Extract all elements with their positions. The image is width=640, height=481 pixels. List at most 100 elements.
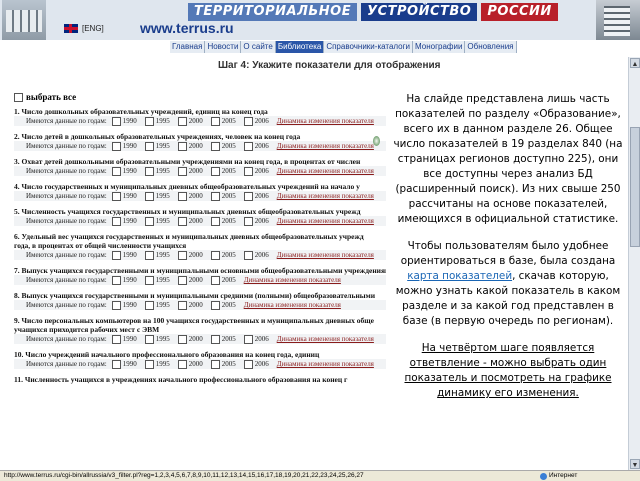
year-checkbox[interactable] bbox=[144, 191, 154, 201]
year-checkbox[interactable] bbox=[243, 250, 253, 260]
year-option[interactable]: 2005 bbox=[210, 116, 236, 126]
dynamics-link[interactable]: Динамика изменения показателя bbox=[277, 116, 374, 126]
dynamics-link[interactable]: Динамика изменения показателя bbox=[244, 300, 341, 310]
year-option[interactable]: 1990 bbox=[111, 166, 137, 176]
year-option[interactable]: 2006 bbox=[243, 166, 269, 176]
year-option[interactable]: 1990 bbox=[111, 141, 137, 151]
year-option[interactable]: 1995 bbox=[144, 334, 170, 344]
dynamics-link[interactable]: Динамика изменения показателя bbox=[277, 166, 374, 176]
year-checkbox[interactable] bbox=[111, 250, 121, 260]
year-option[interactable]: 1990 bbox=[111, 275, 137, 285]
year-checkbox[interactable] bbox=[144, 275, 154, 285]
year-checkbox[interactable] bbox=[210, 300, 220, 310]
year-checkbox[interactable] bbox=[243, 116, 253, 126]
dynamics-link[interactable]: Динамика изменения показателя bbox=[277, 216, 374, 226]
year-option[interactable]: 1995 bbox=[144, 116, 170, 126]
year-checkbox[interactable] bbox=[111, 116, 121, 126]
year-option[interactable]: 2000 bbox=[177, 300, 203, 310]
vertical-scrollbar[interactable]: ▲ ▼ bbox=[628, 57, 640, 470]
scroll-down-button[interactable]: ▼ bbox=[630, 459, 640, 469]
year-checkbox[interactable] bbox=[144, 334, 154, 344]
year-option[interactable]: 2005 bbox=[210, 275, 236, 285]
year-checkbox[interactable] bbox=[111, 359, 121, 369]
nav-tab[interactable]: Монографии bbox=[413, 41, 466, 53]
year-checkbox[interactable] bbox=[111, 275, 121, 285]
year-option[interactable]: 1995 bbox=[144, 275, 170, 285]
year-checkbox[interactable] bbox=[243, 334, 253, 344]
year-option[interactable]: 2006 bbox=[243, 116, 269, 126]
year-option[interactable]: 1995 bbox=[144, 141, 170, 151]
year-option[interactable]: 2000 bbox=[177, 359, 203, 369]
year-option[interactable]: 2005 bbox=[210, 191, 236, 201]
year-checkbox[interactable] bbox=[177, 359, 187, 369]
nav-tab[interactable]: Обновления bbox=[465, 41, 517, 53]
year-option[interactable]: 2000 bbox=[177, 166, 203, 176]
year-option[interactable]: 2005 bbox=[210, 216, 236, 226]
year-option[interactable]: 1990 bbox=[111, 191, 137, 201]
year-checkbox[interactable] bbox=[111, 334, 121, 344]
site-url[interactable]: www.terrus.ru bbox=[140, 20, 234, 36]
year-checkbox[interactable] bbox=[177, 300, 187, 310]
year-checkbox[interactable] bbox=[210, 334, 220, 344]
year-checkbox[interactable] bbox=[144, 141, 154, 151]
dynamics-link[interactable]: Динамика изменения показателя bbox=[277, 141, 374, 151]
uk-flag-icon[interactable] bbox=[64, 24, 78, 33]
year-option[interactable]: 2000 bbox=[177, 116, 203, 126]
year-option[interactable]: 2000 bbox=[177, 216, 203, 226]
year-option[interactable]: 2000 bbox=[177, 275, 203, 285]
year-checkbox[interactable] bbox=[243, 216, 253, 226]
year-option[interactable]: 2005 bbox=[210, 300, 236, 310]
year-checkbox[interactable] bbox=[177, 334, 187, 344]
nav-tab[interactable]: О сайте bbox=[241, 41, 276, 53]
year-checkbox[interactable] bbox=[177, 275, 187, 285]
year-checkbox[interactable] bbox=[243, 191, 253, 201]
year-checkbox[interactable] bbox=[210, 166, 220, 176]
year-option[interactable]: 2005 bbox=[210, 141, 236, 151]
year-checkbox[interactable] bbox=[177, 141, 187, 151]
year-option[interactable]: 1990 bbox=[111, 359, 137, 369]
year-option[interactable]: 1995 bbox=[144, 250, 170, 260]
year-option[interactable]: 2000 bbox=[177, 334, 203, 344]
year-option[interactable]: 1995 bbox=[144, 166, 170, 176]
indicator-map-link[interactable]: карта показателей bbox=[407, 270, 512, 282]
dynamics-link[interactable]: Динамика изменения показателя bbox=[277, 334, 374, 344]
year-option[interactable]: 1995 bbox=[144, 300, 170, 310]
year-option[interactable]: 2000 bbox=[177, 250, 203, 260]
year-option[interactable]: 2006 bbox=[243, 216, 269, 226]
english-version-link[interactable]: [ENG] bbox=[82, 24, 104, 33]
year-option[interactable]: 2006 bbox=[243, 250, 269, 260]
year-checkbox[interactable] bbox=[144, 116, 154, 126]
year-option[interactable]: 2000 bbox=[177, 141, 203, 151]
year-checkbox[interactable] bbox=[177, 116, 187, 126]
year-option[interactable]: 2005 bbox=[210, 359, 236, 369]
year-checkbox[interactable] bbox=[111, 191, 121, 201]
year-option[interactable]: 2005 bbox=[210, 250, 236, 260]
year-checkbox[interactable] bbox=[210, 359, 220, 369]
year-option[interactable]: 1990 bbox=[111, 334, 137, 344]
year-checkbox[interactable] bbox=[210, 216, 220, 226]
dynamics-link[interactable]: Динамика изменения показателя bbox=[277, 250, 374, 260]
dynamics-link[interactable]: Динамика изменения показателя bbox=[244, 275, 341, 285]
nav-tab[interactable]: Новости bbox=[205, 41, 242, 53]
year-option[interactable]: 1990 bbox=[111, 300, 137, 310]
nav-tab[interactable]: Библиотека bbox=[275, 41, 325, 53]
year-checkbox[interactable] bbox=[243, 166, 253, 176]
year-checkbox[interactable] bbox=[144, 300, 154, 310]
scroll-up-button[interactable]: ▲ bbox=[630, 58, 640, 68]
year-checkbox[interactable] bbox=[111, 300, 121, 310]
year-option[interactable]: 1990 bbox=[111, 250, 137, 260]
year-checkbox[interactable] bbox=[177, 250, 187, 260]
year-checkbox[interactable] bbox=[243, 141, 253, 151]
scroll-thumb[interactable] bbox=[630, 127, 640, 247]
year-checkbox[interactable] bbox=[210, 250, 220, 260]
year-checkbox[interactable] bbox=[177, 166, 187, 176]
year-option[interactable]: 2005 bbox=[210, 166, 236, 176]
year-checkbox[interactable] bbox=[243, 359, 253, 369]
year-checkbox[interactable] bbox=[177, 191, 187, 201]
year-checkbox[interactable] bbox=[111, 141, 121, 151]
year-option[interactable]: 2006 bbox=[243, 334, 269, 344]
year-checkbox[interactable] bbox=[177, 216, 187, 226]
year-option[interactable]: 1990 bbox=[111, 216, 137, 226]
nav-tab[interactable]: Главная bbox=[170, 41, 206, 53]
year-option[interactable]: 2005 bbox=[210, 334, 236, 344]
